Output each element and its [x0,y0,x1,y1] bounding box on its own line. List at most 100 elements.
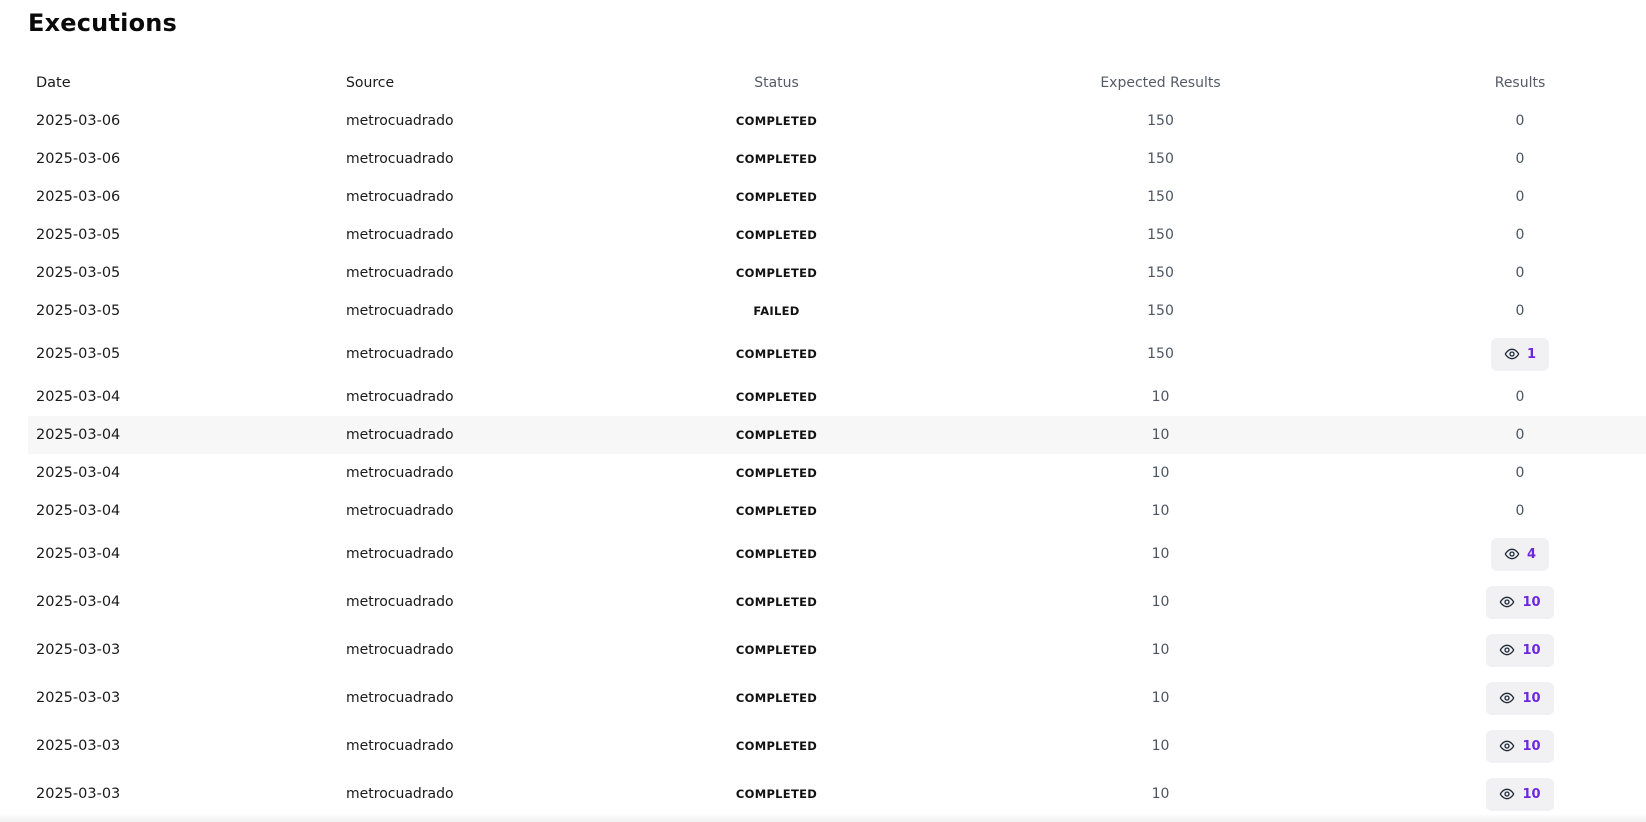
table-row[interactable]: 2025-03-04 metrocuadrado COMPLETED 10 4 [28,530,1646,578]
table-row[interactable]: 2025-03-04 metrocuadrado COMPLETED 10 0 [28,454,1646,492]
cell-results: 1 [1416,330,1624,378]
results-count: 0 [1515,465,1525,481]
cell-spacer [1624,216,1646,254]
status-badge: COMPLETED [735,547,818,561]
cell-expected-results: 10 [1151,465,1170,481]
cell-date: 2025-03-04 [36,546,121,562]
table-row[interactable]: 2025-03-04 metrocuadrado COMPLETED 10 10 [28,578,1646,626]
cell-date: 2025-03-06 [36,113,121,129]
cell-results: 10 [1416,770,1624,818]
results-count: 0 [1515,427,1525,443]
cell-date: 2025-03-05 [36,303,121,319]
status-badge: COMPLETED [735,152,818,166]
cell-expected-results: 10 [1151,642,1170,658]
cell-spacer [1624,102,1646,140]
results-count: 0 [1515,389,1525,405]
cell-results: 10 [1416,674,1624,722]
cell-date: 2025-03-03 [36,642,121,658]
cell-spacer [1624,722,1646,770]
header-expected-results: Expected Results [1100,75,1221,91]
table-row[interactable]: 2025-03-04 metrocuadrado COMPLETED 10 0 [28,416,1646,454]
cell-expected-results: 150 [1147,303,1174,319]
results-count: 0 [1515,303,1525,319]
cell-date: 2025-03-04 [36,465,121,481]
cell-expected-results: 150 [1147,151,1174,167]
eye-icon [1504,346,1520,362]
cell-results: 0 [1416,216,1624,254]
table-row[interactable]: 2025-03-05 metrocuadrado FAILED 150 0 [28,292,1646,330]
cell-expected-results: 150 [1147,227,1174,243]
table-row[interactable]: 2025-03-03 metrocuadrado COMPLETED 10 10 [28,674,1646,722]
cell-source: metrocuadrado [346,465,454,481]
cell-source: metrocuadrado [346,265,454,281]
cell-date: 2025-03-05 [36,227,121,243]
view-results-button[interactable]: 10 [1486,777,1554,811]
cell-results: 0 [1416,140,1624,178]
table-row[interactable]: 2025-03-03 metrocuadrado COMPLETED 10 10 [28,722,1646,770]
cell-expected-results: 10 [1151,594,1170,610]
cell-spacer [1624,530,1646,578]
cell-date: 2025-03-04 [36,389,121,405]
cell-spacer [1624,578,1646,626]
cell-spacer [1624,254,1646,292]
status-badge: COMPLETED [735,787,818,801]
table-row[interactable]: 2025-03-04 metrocuadrado COMPLETED 10 0 [28,492,1646,530]
cell-results: 0 [1416,454,1624,492]
cell-source: metrocuadrado [346,642,454,658]
cell-expected-results: 10 [1151,546,1170,562]
cell-source: metrocuadrado [346,151,454,167]
table-row[interactable]: 2025-03-06 metrocuadrado COMPLETED 150 0 [28,102,1646,140]
header-date: Date [36,75,71,91]
cell-expected-results: 10 [1151,786,1170,802]
cell-results: 10 [1416,722,1624,770]
view-results-button[interactable]: 10 [1486,729,1554,763]
table-row[interactable]: 2025-03-05 metrocuadrado COMPLETED 150 1 [28,330,1646,378]
table-body: 2025-03-06 metrocuadrado COMPLETED 150 0 2025… [28,102,1646,818]
cell-expected-results: 10 [1151,503,1170,519]
cell-spacer [1624,330,1646,378]
status-badge: COMPLETED [648,416,905,454]
table-row[interactable]: 2025-03-06 metrocuadrado COMPLETED 150 0 [28,140,1646,178]
results-count: 1 [1526,346,1537,362]
results-count: 0 [1515,151,1525,167]
cell-spacer [1624,140,1646,178]
cell-results: 4 [1416,530,1624,578]
cell-source: metrocuadrado [346,189,454,205]
table-row[interactable]: 2025-03-03 metrocuadrado COMPLETED 10 10 [28,626,1646,674]
cell-date: 2025-03-06 [36,189,121,205]
status-badge: COMPLETED [735,643,818,657]
eye-icon [1504,546,1520,562]
cell-expected-results: 150 [1147,265,1174,281]
cell-source: metrocuadrado [338,416,648,454]
results-count: 10 [1522,738,1541,754]
eye-icon [1499,786,1515,802]
cell-results: 0 [1416,416,1624,454]
cell-spacer [1624,416,1646,454]
results-count: 4 [1526,546,1537,562]
view-results-button[interactable]: 10 [1486,681,1554,715]
cell-source: metrocuadrado [346,346,454,362]
cell-source: metrocuadrado [346,690,454,706]
executions-page: Executions Date Source Status Expected R… [0,0,1646,822]
results-count: 0 [1515,227,1525,243]
cell-expected-results: 150 [1147,346,1174,362]
table-row[interactable]: 2025-03-06 metrocuadrado COMPLETED 150 0 [28,178,1646,216]
cell-date: 2025-03-03 [36,786,121,802]
view-results-button[interactable]: 10 [1486,585,1554,619]
cell-results: 0 [1416,178,1624,216]
cell-spacer [1624,674,1646,722]
view-results-button[interactable]: 1 [1490,337,1550,371]
table-row[interactable]: 2025-03-05 metrocuadrado COMPLETED 150 0 [28,254,1646,292]
status-badge: COMPLETED [735,691,818,705]
view-results-button[interactable]: 10 [1486,633,1554,667]
view-results-button[interactable]: 4 [1490,537,1550,571]
eye-icon [1499,690,1515,706]
status-badge: COMPLETED [735,114,818,128]
cell-expected-results: 10 [905,416,1416,454]
table-row[interactable]: 2025-03-03 metrocuadrado COMPLETED 10 10 [28,770,1646,818]
cell-spacer [1624,454,1646,492]
status-badge: COMPLETED [735,347,818,361]
cell-results: 0 [1416,292,1624,330]
table-row[interactable]: 2025-03-05 metrocuadrado COMPLETED 150 0 [28,216,1646,254]
table-row[interactable]: 2025-03-04 metrocuadrado COMPLETED 10 0 [28,378,1646,416]
